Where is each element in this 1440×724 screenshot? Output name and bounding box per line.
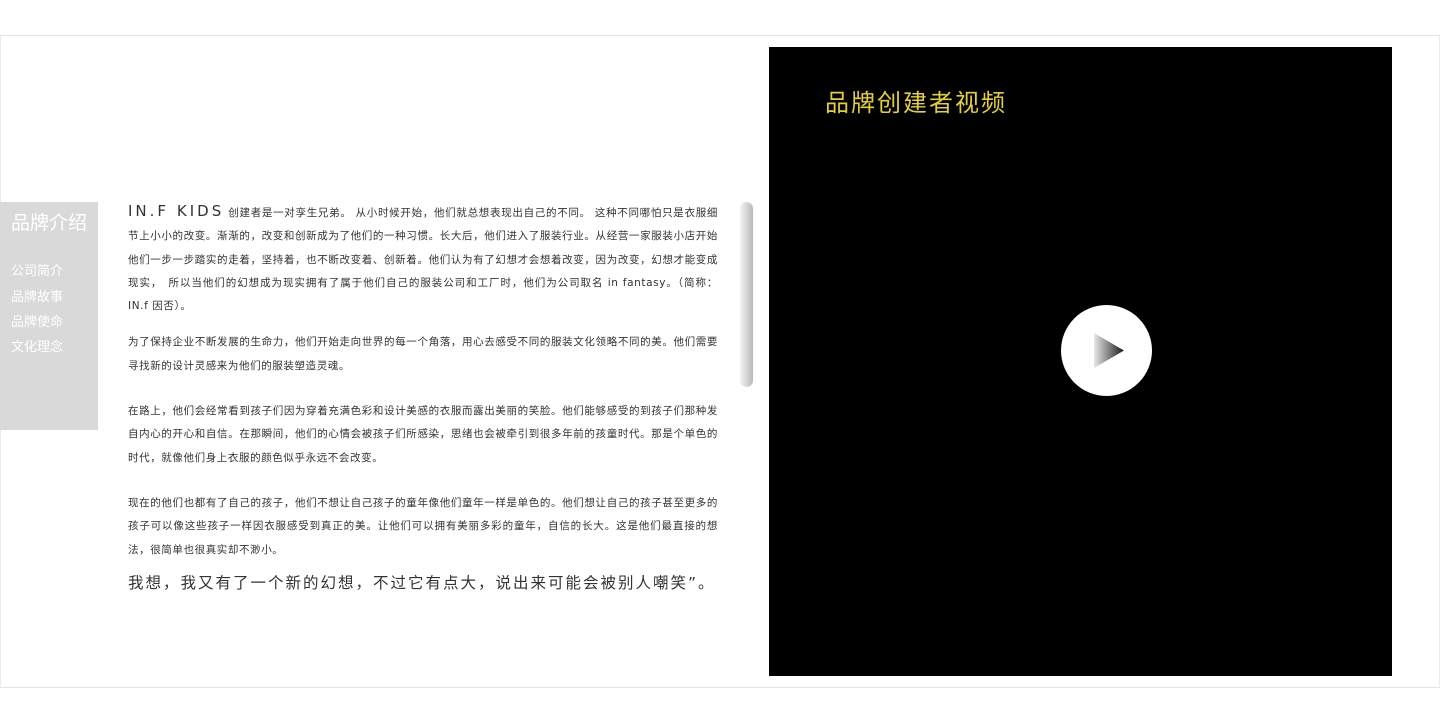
sidebar-title: 品牌介绍 <box>11 212 88 234</box>
sidebar-item-brand-story[interactable]: 品牌故事 <box>11 286 63 305</box>
play-button[interactable] <box>1061 305 1152 396</box>
quote-text: 我想，我又有了一个新的幻想，不过它有点大，说出来可能会被别人嘲笑”。 <box>128 573 716 592</box>
article-scrollbar[interactable] <box>740 202 753 387</box>
article-paragraph-4: 现在的他们也都有了自己的孩子，他们不想让自己孩子的童年像他们童年一样是单色的。他… <box>128 496 718 556</box>
brand-name: IN.F KIDS <box>128 202 225 220</box>
sidebar-item-brand-mission[interactable]: 品牌使命 <box>11 311 63 330</box>
article-content: IN.F KIDS 创建者是一对孪生兄弟。 从小时候开始，他们就总想表现出自己的… <box>128 200 718 595</box>
sidebar-item-culture[interactable]: 文化理念 <box>11 336 63 355</box>
paragraph-1-text: 创建者是一对孪生兄弟。 从小时候开始，他们就总想表现出自己的不同。 这种不同哪怕… <box>128 207 718 313</box>
article-paragraph-2: 为了保持企业不断发展的生命力，他们开始走向世界的每一个角落，用心去感受不同的服装… <box>128 336 718 372</box>
sidebar-nav: 品牌介绍 公司简介 品牌故事 品牌使命 文化理念 <box>0 202 98 430</box>
sidebar-item-company-intro[interactable]: 公司简介 <box>11 260 63 279</box>
article-paragraph-3: 在路上，他们会经常看到孩子们因为穿着充满色彩和设计美感的衣服而露出美丽的笑脸。他… <box>128 405 718 464</box>
video-title: 品牌创建者视频 <box>825 89 1007 117</box>
play-icon <box>1094 333 1124 368</box>
article-paragraph-1: IN.F KIDS 创建者是一对孪生兄弟。 从小时候开始，他们就总想表现出自己的… <box>128 200 718 318</box>
video-player[interactable]: 品牌创建者视频 <box>769 47 1392 676</box>
